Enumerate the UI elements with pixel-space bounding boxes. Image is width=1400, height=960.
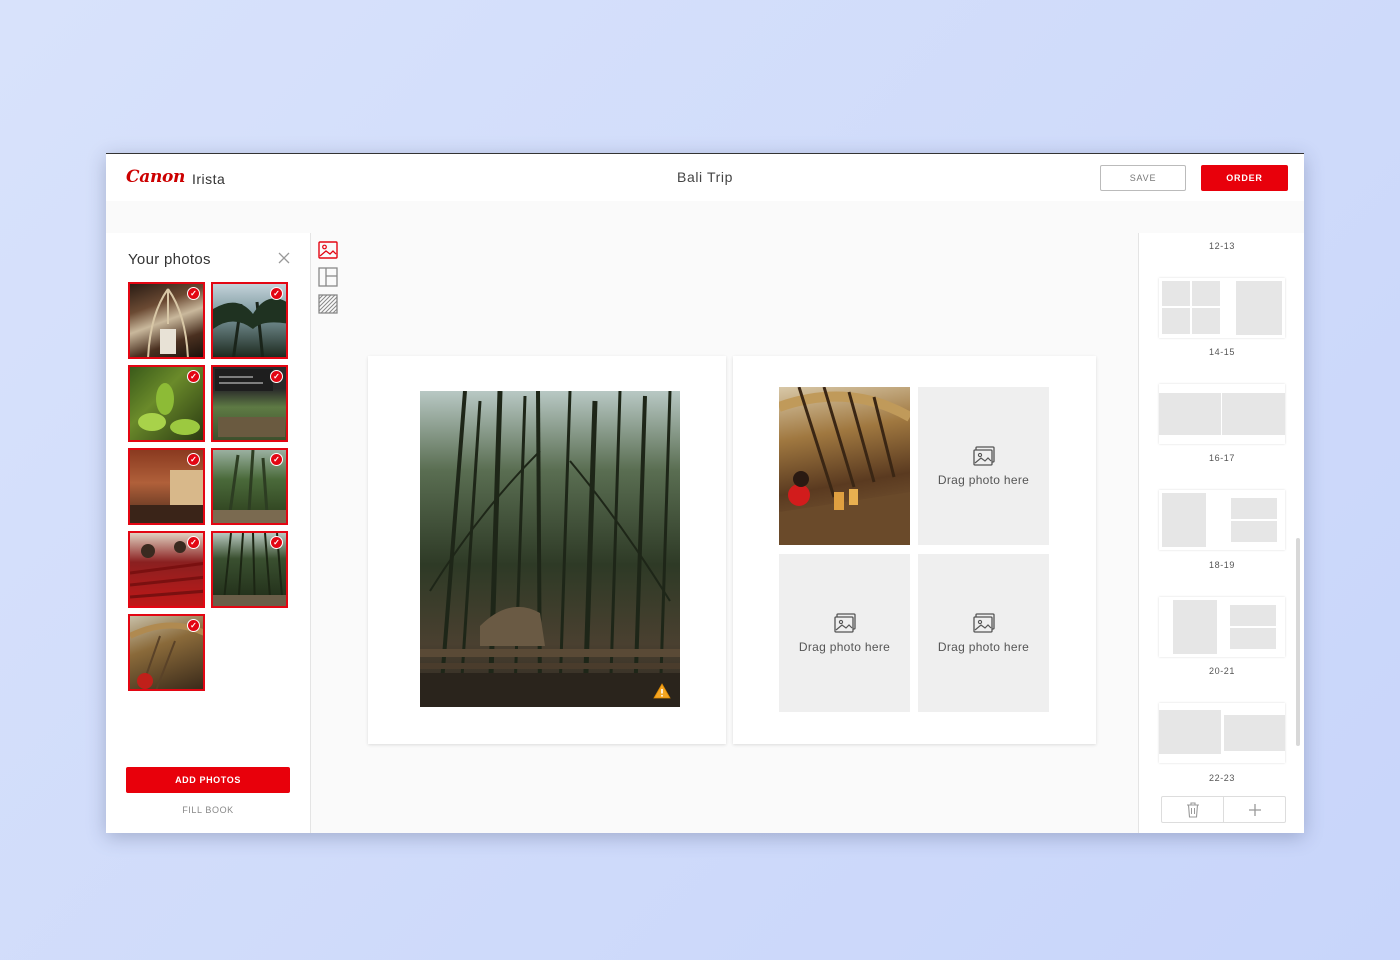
spread-label: 14-15	[1208, 347, 1236, 357]
check-icon: ✓	[187, 536, 200, 549]
background-tool-icon[interactable]	[318, 294, 338, 314]
fill-book-button[interactable]: FILL BOOK	[126, 805, 290, 815]
photo-thumbnail[interactable]: ✓	[211, 365, 288, 442]
check-icon: ✓	[187, 619, 200, 632]
check-icon: ✓	[270, 287, 283, 300]
photo-thumbnail[interactable]: ✓	[128, 531, 205, 608]
slot-label: Drag photo here	[937, 639, 1030, 654]
slot-label: Drag photo here	[798, 639, 891, 654]
photo-slot-empty[interactable]: Drag photo here	[779, 554, 910, 712]
photo-thumbnail[interactable]: ✓	[211, 282, 288, 359]
spread-actions	[1161, 796, 1286, 823]
photos-panel-title: Your photos	[128, 251, 211, 268]
app-window: Canon Irista Bali Trip SAVE ORDER Your p…	[106, 153, 1304, 833]
spread-label: 12-13	[1208, 241, 1236, 251]
check-icon: ✓	[187, 287, 200, 300]
layout-tool-icon[interactable]	[318, 267, 338, 287]
photo-slot-filled[interactable]	[779, 387, 910, 545]
spread-thumbnail[interactable]	[1159, 490, 1285, 550]
photo-thumbnail[interactable]: ✓	[128, 365, 205, 442]
save-button[interactable]: SAVE	[1100, 165, 1186, 191]
add-photos-button[interactable]: ADD PHOTOS	[126, 767, 290, 793]
trash-icon[interactable]	[1162, 797, 1224, 822]
close-icon[interactable]	[278, 249, 290, 267]
scrollbar[interactable]	[1296, 538, 1300, 746]
image-placeholder-icon	[972, 445, 995, 466]
top-bar: Canon Irista Bali Trip SAVE ORDER	[106, 154, 1304, 201]
photo-thumbnail[interactable]: ✓	[211, 531, 288, 608]
check-icon: ✓	[187, 453, 200, 466]
image-placeholder-icon	[833, 612, 856, 633]
spreads-panel: 12-13 14-15 16-17 18-19 20-21 22-23	[1138, 233, 1304, 833]
check-icon: ✓	[270, 453, 283, 466]
spread-label: 22-23	[1208, 773, 1236, 783]
check-icon: ✓	[187, 370, 200, 383]
image-placeholder-icon	[972, 612, 995, 633]
photo-thumbnail[interactable]: ✓	[211, 448, 288, 525]
photo-tool-icon[interactable]	[318, 240, 338, 260]
slot-label: Drag photo here	[937, 472, 1030, 487]
check-icon: ✓	[270, 370, 283, 383]
photo-thumbnail[interactable]: ✓	[128, 282, 205, 359]
spread-thumbnail[interactable]	[1159, 278, 1285, 338]
photos-panel: Your photos ✓ ✓ ✓ ✓ ✓ ✓ ✓ ✓ ✓ ADD PHOTOS…	[106, 233, 311, 833]
check-icon: ✓	[270, 536, 283, 549]
main-photo[interactable]	[420, 391, 680, 707]
plus-icon[interactable]	[1224, 797, 1285, 822]
spread-label: 16-17	[1208, 453, 1236, 463]
photo-slot-empty[interactable]: Drag photo here	[918, 387, 1049, 545]
spread-thumbnail[interactable]	[1159, 384, 1285, 444]
warning-icon[interactable]	[653, 683, 671, 699]
photo-thumbnail[interactable]: ✓	[128, 448, 205, 525]
photo-slot-empty[interactable]: Drag photo here	[918, 554, 1049, 712]
spread-thumbnail[interactable]	[1159, 703, 1285, 763]
order-button[interactable]: ORDER	[1201, 165, 1288, 191]
spread-thumbnail[interactable]	[1159, 597, 1285, 657]
spread-label: 18-19	[1208, 560, 1236, 570]
photo-thumbnail[interactable]: ✓	[128, 614, 205, 691]
spread-label: 20-21	[1208, 666, 1236, 676]
